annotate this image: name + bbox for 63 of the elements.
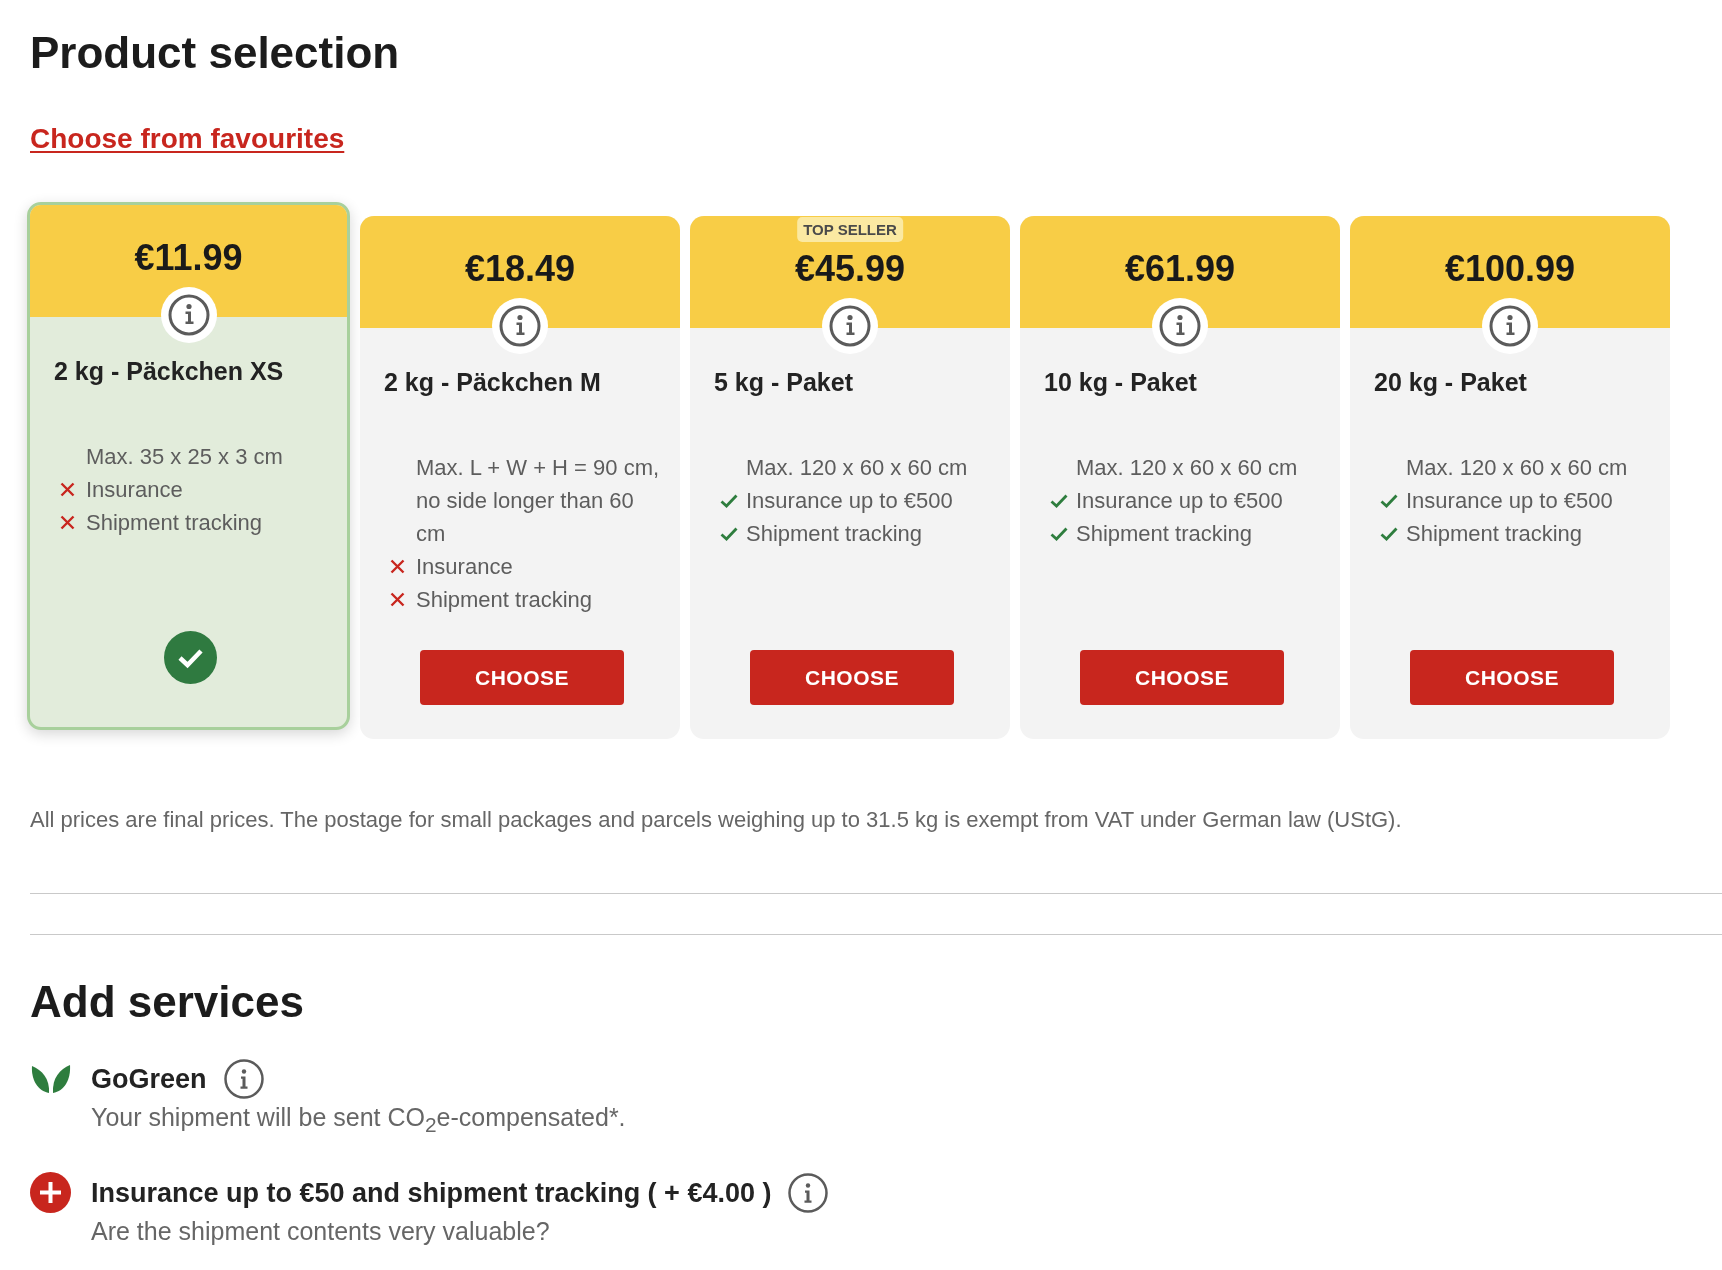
product-card[interactable]: €18.49 2 kg - Päckchen M Max. L + W + H = 90 cm, no side longer than 60 cm Insurance Shipment tracking CHOOSE — [360, 216, 680, 739]
feature-text: Max. 120 x 60 x 60 cm — [1406, 454, 1628, 482]
selected-check-icon — [164, 631, 217, 684]
leaf-icon — [30, 1064, 72, 1094]
check-icon — [1380, 526, 1398, 541]
info-icon[interactable] — [1482, 298, 1538, 354]
product-name: 5 kg - Paket — [714, 367, 853, 398]
check-icon — [1380, 493, 1398, 508]
feature-text: Insurance up to €500 — [1406, 487, 1613, 515]
choose-button[interactable]: CHOOSE — [420, 650, 624, 705]
check-icon — [720, 493, 738, 508]
product-name: 20 kg - Paket — [1374, 367, 1527, 398]
product-name: 10 kg - Paket — [1044, 367, 1197, 398]
feature-text: Shipment tracking — [1076, 520, 1253, 548]
service-title: GoGreen — [91, 1063, 207, 1096]
feature-text: Shipment tracking — [746, 520, 923, 548]
info-icon[interactable] — [1152, 298, 1208, 354]
choose-button[interactable]: CHOOSE — [1080, 650, 1284, 705]
info-icon[interactable] — [492, 298, 548, 354]
product-card[interactable]: €11.99 2 kg - Päckchen XS Max. 35 x 25 x 3 cm Insurance Shipment tracking — [27, 202, 350, 730]
cross-icon — [60, 482, 75, 497]
plus-icon[interactable] — [30, 1172, 71, 1213]
service-title: Insurance up to €50 and shipment tracking ( + €4.00 ) — [91, 1176, 772, 1210]
service-description: Your shipment will be sent CO$_{2}$e-compensated*. — [91, 1102, 626, 1138]
info-icon[interactable] — [788, 1172, 829, 1213]
product-card[interactable]: TOP SELLER €45.99 5 kg - Paket Max. 120 x 60 x 60 cm Insurance up to €500 Shipment tracking CHOOSE — [690, 216, 1010, 739]
feature-text: Shipment tracking — [416, 586, 593, 614]
product-card[interactable]: €100.99 20 kg - Paket Max. 120 x 60 x 60 cm Insurance up to €500 Shipment tracking CHOOSE — [1350, 216, 1670, 739]
feature-text: Shipment tracking — [1406, 520, 1583, 548]
favourites-link[interactable]: Choose from favourites — [30, 122, 345, 156]
product-name: 2 kg - Päckchen M — [384, 367, 601, 398]
product-name: 2 kg - Päckchen XS — [54, 356, 284, 387]
feature-text: Insurance — [86, 476, 183, 504]
info-icon[interactable] — [160, 287, 217, 343]
feature-text: Insurance up to €500 — [1076, 487, 1283, 515]
section-title: Add services — [30, 976, 304, 1028]
feature-text: Max. 120 x 60 x 60 cm — [1076, 454, 1298, 482]
check-icon — [720, 526, 738, 541]
price-footnote: All prices are final prices. The postage for small packages and parcels weighing up to 31.5 kg is exempt from VAT under German law (UStG). — [30, 806, 1403, 834]
check-icon — [1050, 493, 1068, 508]
feature-text: Max. L + W + H = 90 cm, no side longer than 60 cm — [416, 454, 660, 548]
service-description: Are the shipment contents very valuable? — [91, 1216, 550, 1247]
info-icon[interactable] — [822, 298, 878, 354]
feature-text: Max. 120 x 60 x 60 cm — [746, 454, 968, 482]
product-card[interactable]: €61.99 10 kg - Paket Max. 120 x 60 x 60 cm Insurance up to €500 Shipment tracking CHOOSE — [1020, 216, 1340, 739]
price: €45.99 — [794, 248, 906, 290]
cross-icon — [390, 559, 405, 574]
feature-text: Insurance — [416, 553, 513, 581]
top-seller-badge: TOP SELLER — [797, 217, 903, 242]
cross-icon — [60, 515, 75, 530]
price: €100.99 — [1444, 248, 1576, 290]
price: €18.49 — [464, 248, 576, 290]
price: €11.99 — [134, 237, 243, 279]
cross-icon — [390, 592, 405, 607]
info-icon[interactable] — [223, 1059, 264, 1099]
feature-text: Max. 35 x 25 x 3 cm — [86, 443, 283, 471]
choose-button[interactable]: CHOOSE — [1410, 650, 1614, 705]
price: €61.99 — [1124, 248, 1236, 290]
feature-text: Insurance up to €500 — [746, 487, 953, 515]
choose-button[interactable]: CHOOSE — [750, 650, 954, 705]
section-title: Product selection — [30, 27, 400, 79]
feature-text: Shipment tracking — [86, 509, 263, 537]
check-icon — [1050, 526, 1068, 541]
